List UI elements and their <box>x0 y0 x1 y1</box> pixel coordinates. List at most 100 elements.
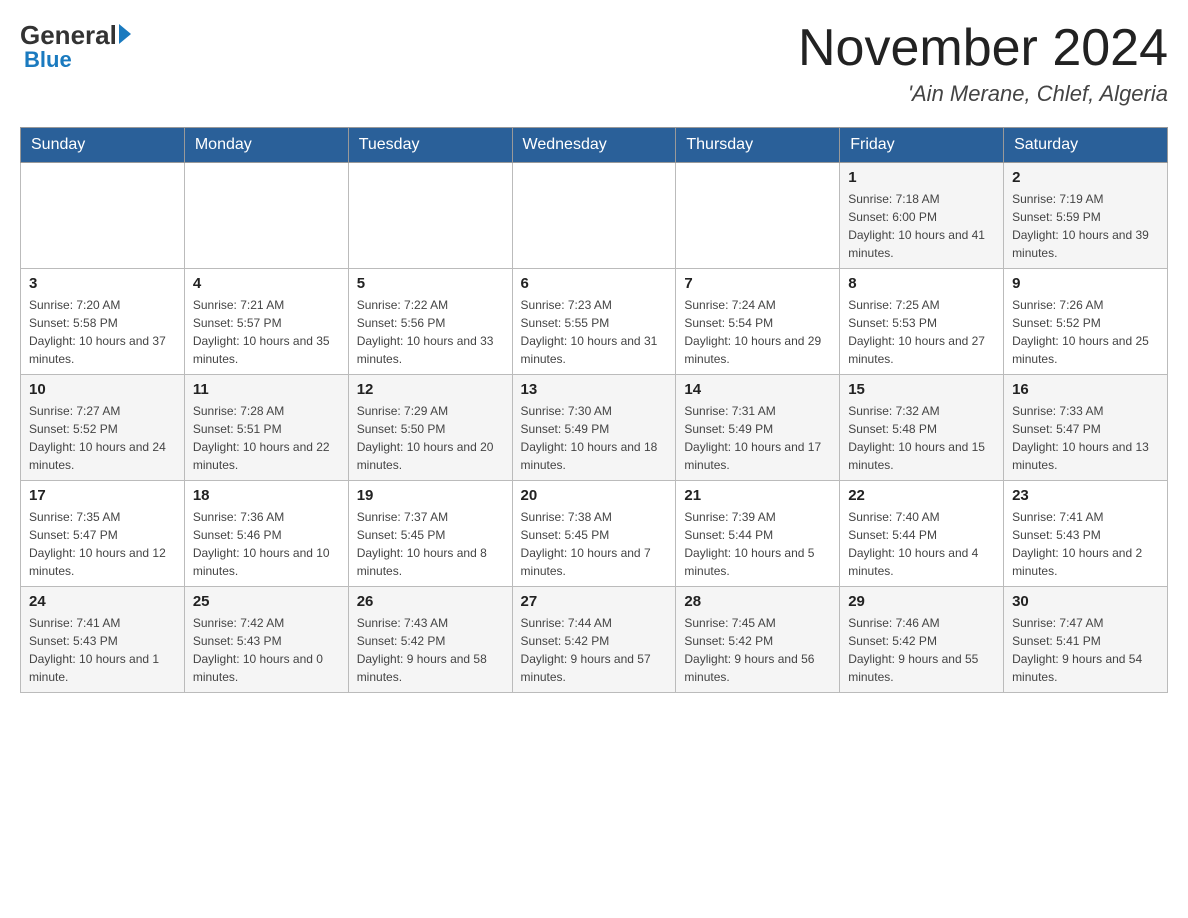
day-number: 1 <box>848 169 995 186</box>
calendar-cell: 4Sunrise: 7:21 AMSunset: 5:57 PMDaylight… <box>184 269 348 375</box>
calendar-cell: 12Sunrise: 7:29 AMSunset: 5:50 PMDayligh… <box>348 375 512 481</box>
calendar-cell: 22 Sunrise: 7:40 AMSunset: 5:44 PMDayligh… <box>840 481 1004 587</box>
calendar-cell: 21 Sunrise: 7:39 AMSunset: 5:44 PMDayligh… <box>676 481 840 587</box>
day-info: Sunrise: 7:29 AMSunset: 5:50 PMDaylight:… <box>357 402 504 474</box>
day-number: 16 <box>1012 381 1159 398</box>
day-info: Sunrise: 7:23 AMSunset: 5:55 PMDaylight:… <box>521 296 668 368</box>
calendar-cell: 10 Sunrise: 7:27 AMSunset: 5:52 PMDayligh… <box>21 375 185 481</box>
day-number: 13 <box>521 381 668 398</box>
day-info: Sunrise: 7:30 AMSunset: 5:49 PMDaylight:… <box>521 402 668 474</box>
day-number: 29 <box>848 593 995 610</box>
calendar-cell: 16 Sunrise: 7:33 AMSunset: 5:47 PMDayligh… <box>1004 375 1168 481</box>
day-info: Sunrise: 7:28 AMSunset: 5:51 PMDaylight:… <box>193 402 340 474</box>
day-number: 23 <box>1012 487 1159 504</box>
logo-blue-bottom: Blue <box>24 47 72 73</box>
day-number: 17 <box>29 487 176 504</box>
day-info: Sunrise: 7:40 AMSunset: 5:44 PMDaylight:… <box>848 508 995 580</box>
calendar-cell: 29 Sunrise: 7:46 AMSunset: 5:42 PMDayligh… <box>840 587 1004 693</box>
calendar-week-row: 10 Sunrise: 7:27 AMSunset: 5:52 PMDayligh… <box>21 375 1168 481</box>
day-info: Sunrise: 7:46 AMSunset: 5:42 PMDaylight:… <box>848 614 995 686</box>
calendar-cell: 5 Sunrise: 7:22 AMSunset: 5:56 PMDaylight… <box>348 269 512 375</box>
day-number: 7 <box>684 275 831 292</box>
day-info: Sunrise: 7:36 AMSunset: 5:46 PMDaylight:… <box>193 508 340 580</box>
calendar-header-friday: Friday <box>840 128 1004 163</box>
calendar-header-thursday: Thursday <box>676 128 840 163</box>
calendar-cell: 14Sunrise: 7:31 AMSunset: 5:49 PMDayligh… <box>676 375 840 481</box>
day-info: Sunrise: 7:22 AMSunset: 5:56 PMDaylight:… <box>357 296 504 368</box>
day-number: 10 <box>29 381 176 398</box>
month-title: November 2024 <box>798 20 1168 77</box>
calendar-header-monday: Monday <box>184 128 348 163</box>
day-info: Sunrise: 7:33 AMSunset: 5:47 PMDaylight:… <box>1012 402 1159 474</box>
day-info: Sunrise: 7:26 AMSunset: 5:52 PMDaylight:… <box>1012 296 1159 368</box>
day-number: 19 <box>357 487 504 504</box>
day-info: Sunrise: 7:38 AMSunset: 5:45 PMDaylight:… <box>521 508 668 580</box>
day-number: 2 <box>1012 169 1159 186</box>
day-info: Sunrise: 7:25 AMSunset: 5:53 PMDaylight:… <box>848 296 995 368</box>
calendar-cell: 18 Sunrise: 7:36 AMSunset: 5:46 PMDayligh… <box>184 481 348 587</box>
calendar-week-row: 1 Sunrise: 7:18 AMSunset: 6:00 PMDaylight… <box>21 163 1168 269</box>
calendar-cell: 1 Sunrise: 7:18 AMSunset: 6:00 PMDaylight… <box>840 163 1004 269</box>
calendar-cell: 28 Sunrise: 7:45 AMSunset: 5:42 PMDayligh… <box>676 587 840 693</box>
day-number: 4 <box>193 275 340 292</box>
day-number: 21 <box>684 487 831 504</box>
calendar-header-saturday: Saturday <box>1004 128 1168 163</box>
day-number: 15 <box>848 381 995 398</box>
day-info: Sunrise: 7:43 AMSunset: 5:42 PMDaylight:… <box>357 614 504 686</box>
day-info: Sunrise: 7:39 AMSunset: 5:44 PMDaylight:… <box>684 508 831 580</box>
calendar-cell: 20 Sunrise: 7:38 AMSunset: 5:45 PMDayligh… <box>512 481 676 587</box>
day-number: 9 <box>1012 275 1159 292</box>
day-number: 27 <box>521 593 668 610</box>
calendar-cell <box>512 163 676 269</box>
day-info: Sunrise: 7:47 AMSunset: 5:41 PMDaylight:… <box>1012 614 1159 686</box>
calendar-table: SundayMondayTuesdayWednesdayThursdayFrid… <box>20 127 1168 693</box>
day-number: 26 <box>357 593 504 610</box>
calendar-cell: 24 Sunrise: 7:41 AMSunset: 5:43 PMDayligh… <box>21 587 185 693</box>
calendar-week-row: 24 Sunrise: 7:41 AMSunset: 5:43 PMDayligh… <box>21 587 1168 693</box>
calendar-cell: 6 Sunrise: 7:23 AMSunset: 5:55 PMDaylight… <box>512 269 676 375</box>
calendar-cell: 30Sunrise: 7:47 AMSunset: 5:41 PMDayligh… <box>1004 587 1168 693</box>
calendar-cell: 3 Sunrise: 7:20 AMSunset: 5:58 PMDaylight… <box>21 269 185 375</box>
calendar-cell: 19 Sunrise: 7:37 AMSunset: 5:45 PMDayligh… <box>348 481 512 587</box>
day-info: Sunrise: 7:20 AMSunset: 5:58 PMDaylight:… <box>29 296 176 368</box>
calendar-cell <box>21 163 185 269</box>
day-info: Sunrise: 7:27 AMSunset: 5:52 PMDaylight:… <box>29 402 176 474</box>
calendar-cell: 17Sunrise: 7:35 AMSunset: 5:47 PMDayligh… <box>21 481 185 587</box>
day-info: Sunrise: 7:41 AMSunset: 5:43 PMDaylight:… <box>29 614 176 686</box>
day-info: Sunrise: 7:44 AMSunset: 5:42 PMDaylight:… <box>521 614 668 686</box>
calendar-header-tuesday: Tuesday <box>348 128 512 163</box>
day-info: Sunrise: 7:37 AMSunset: 5:45 PMDaylight:… <box>357 508 504 580</box>
calendar-cell: 8 Sunrise: 7:25 AMSunset: 5:53 PMDaylight… <box>840 269 1004 375</box>
calendar-cell: 11Sunrise: 7:28 AMSunset: 5:51 PMDayligh… <box>184 375 348 481</box>
logo: General Blue <box>20 20 131 73</box>
calendar-cell: 9 Sunrise: 7:26 AMSunset: 5:52 PMDaylight… <box>1004 269 1168 375</box>
calendar-header-sunday: Sunday <box>21 128 185 163</box>
calendar-cell <box>676 163 840 269</box>
day-number: 18 <box>193 487 340 504</box>
day-number: 20 <box>521 487 668 504</box>
day-info: Sunrise: 7:24 AMSunset: 5:54 PMDaylight:… <box>684 296 831 368</box>
day-number: 22 <box>848 487 995 504</box>
day-number: 3 <box>29 275 176 292</box>
calendar-cell: 13 Sunrise: 7:30 AMSunset: 5:49 PMDayligh… <box>512 375 676 481</box>
day-info: Sunrise: 7:32 AMSunset: 5:48 PMDaylight:… <box>848 402 995 474</box>
calendar-week-row: 17Sunrise: 7:35 AMSunset: 5:47 PMDayligh… <box>21 481 1168 587</box>
calendar-cell: 15 Sunrise: 7:32 AMSunset: 5:48 PMDayligh… <box>840 375 1004 481</box>
day-info: Sunrise: 7:19 AMSunset: 5:59 PMDaylight:… <box>1012 190 1159 262</box>
calendar-header-row: SundayMondayTuesdayWednesdayThursdayFrid… <box>21 128 1168 163</box>
day-number: 6 <box>521 275 668 292</box>
day-number: 5 <box>357 275 504 292</box>
day-info: Sunrise: 7:41 AMSunset: 5:43 PMDaylight:… <box>1012 508 1159 580</box>
day-number: 14 <box>684 381 831 398</box>
day-number: 28 <box>684 593 831 610</box>
day-info: Sunrise: 7:45 AMSunset: 5:42 PMDaylight:… <box>684 614 831 686</box>
day-info: Sunrise: 7:18 AMSunset: 6:00 PMDaylight:… <box>848 190 995 262</box>
calendar-cell: 26 Sunrise: 7:43 AMSunset: 5:42 PMDayligh… <box>348 587 512 693</box>
calendar-cell: 2 Sunrise: 7:19 AMSunset: 5:59 PMDaylight… <box>1004 163 1168 269</box>
day-number: 24 <box>29 593 176 610</box>
calendar-cell: 7 Sunrise: 7:24 AMSunset: 5:54 PMDaylight… <box>676 269 840 375</box>
calendar-cell <box>184 163 348 269</box>
day-number: 8 <box>848 275 995 292</box>
calendar-cell: 27 Sunrise: 7:44 AMSunset: 5:42 PMDayligh… <box>512 587 676 693</box>
calendar-header-wednesday: Wednesday <box>512 128 676 163</box>
